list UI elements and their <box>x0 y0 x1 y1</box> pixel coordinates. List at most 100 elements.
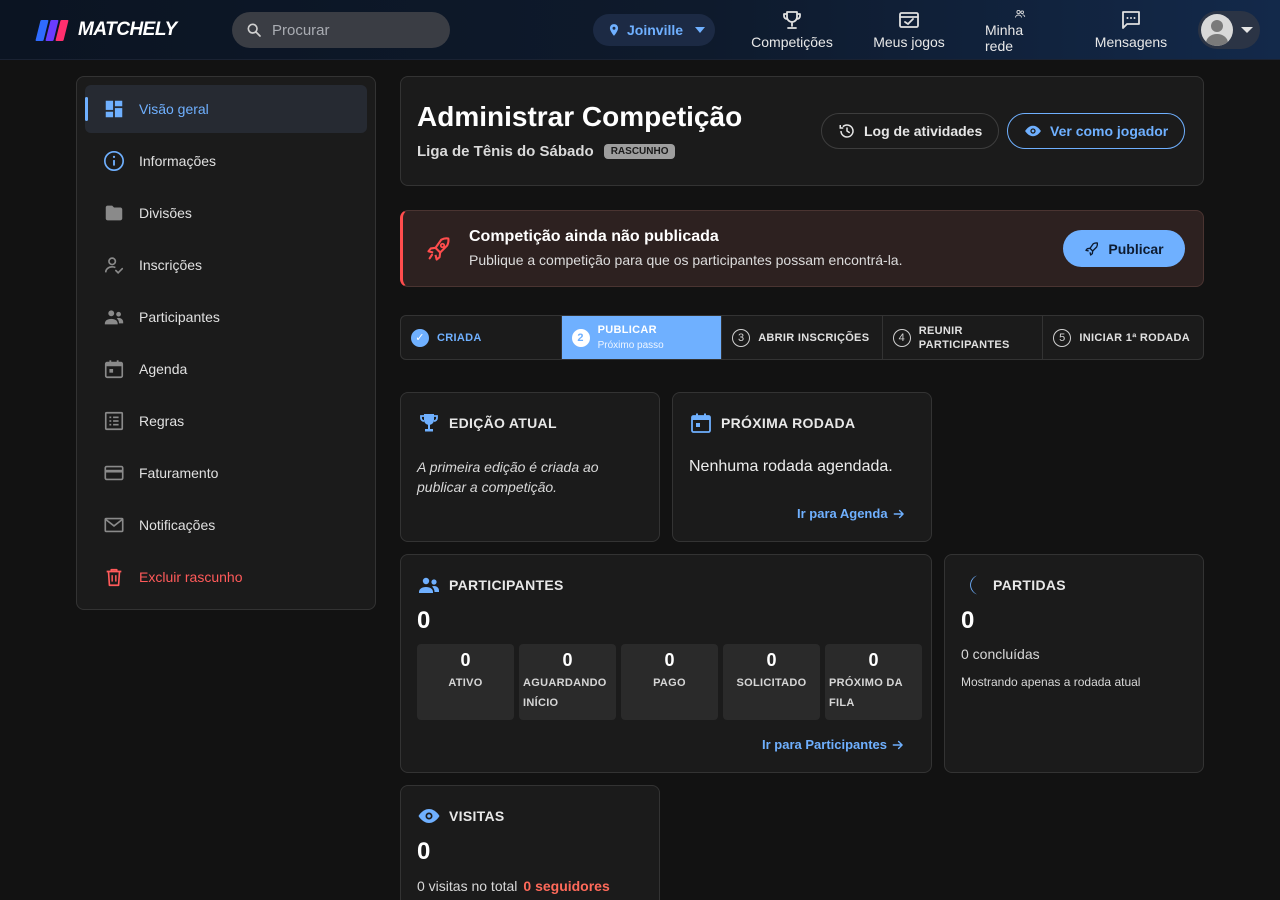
step-start-first-round[interactable]: 5 INICIAR 1ª RODADA <box>1043 316 1203 359</box>
card-header: PARTIDAS <box>961 573 1066 597</box>
followers-count[interactable]: 0 seguidores <box>523 878 609 894</box>
step-publish[interactable]: 2 PUBLICAR Próximo passo <box>561 316 723 359</box>
unpublished-alert: Competição ainda não publicada Publique … <box>400 210 1204 287</box>
alert-title: Competição ainda não publicada <box>469 228 719 245</box>
matches-completed: 0 concluídas <box>961 646 1040 662</box>
step-created[interactable]: ✓ CRIADA <box>401 316 562 359</box>
card-header: PARTICIPANTES <box>417 573 564 597</box>
rocket-icon <box>1085 241 1099 256</box>
stat-label: SOLICITADO <box>736 677 807 689</box>
card-header: EDIÇÃO ATUAL <box>417 411 557 435</box>
sidebar-item-label: Informações <box>139 153 217 169</box>
calendar-icon <box>691 413 711 433</box>
sidebar-item-info[interactable]: Informações <box>85 137 367 185</box>
sidebar-item-schedule[interactable]: Agenda <box>85 345 367 393</box>
stat-label: PAGO <box>653 677 686 689</box>
user-menu[interactable] <box>1198 11 1260 49</box>
stat-active: 0 ATIVO <box>417 644 514 720</box>
current-edition-card: EDIÇÃO ATUAL A primeira edição é criada … <box>400 392 660 542</box>
sidebar-item-rules[interactable]: Regras <box>85 397 367 445</box>
sidebar-item-label: Participantes <box>139 309 220 325</box>
nav-messages[interactable]: Mensagens <box>1094 8 1168 54</box>
matchely-logo[interactable]: MATCHELY <box>35 17 177 43</box>
nav-my-network[interactable]: Minha rede <box>985 8 1055 54</box>
stat-requested: 0 SOLICITADO <box>723 644 820 720</box>
visits-total-text: 0 visitas no total <box>417 878 518 894</box>
chevron-down-icon <box>695 27 706 33</box>
sidebar-item-registrations[interactable]: Inscrições <box>85 241 367 289</box>
scoreboard-icon <box>899 12 919 28</box>
stat-next-in-queue: 0 PRÓXIMO DA FILA <box>825 644 922 720</box>
step-sublabel: Próximo passo <box>597 339 664 351</box>
stat-value: 0 <box>766 650 777 670</box>
stat-label: ATIVO <box>448 677 483 689</box>
info-icon <box>104 151 124 171</box>
user-check-icon <box>104 257 124 274</box>
people-icon <box>104 310 124 325</box>
search-input[interactable] <box>272 21 422 39</box>
progress-stepper: ✓ CRIADA 2 PUBLICAR Próximo passo 3 ABRI… <box>400 315 1204 360</box>
credit-card-icon <box>104 465 124 481</box>
card-header: VISITAS <box>417 804 505 828</box>
arrow-right-icon <box>892 740 903 749</box>
step-number: 2 <box>571 328 590 347</box>
sidebar-item-label: Notificações <box>139 517 216 533</box>
step-label: REUNIR PARTICIPANTES <box>918 324 1010 351</box>
sidebar-item-divisions[interactable]: Divisões <box>85 189 367 237</box>
nav-my-games[interactable]: Meus jogos <box>873 8 945 54</box>
sidebar-item-label: Agenda <box>139 361 188 377</box>
sidebar-item-participants[interactable]: Participantes <box>85 293 367 341</box>
step-label: ABRIR INSCRIÇÕES <box>758 331 870 344</box>
step-gather-participants[interactable]: 4 REUNIR PARTICIPANTES <box>883 316 1044 359</box>
message-icon <box>1122 11 1140 29</box>
search-icon <box>247 23 261 37</box>
nav-competitions-label: Competições <box>751 34 833 50</box>
stat-awaiting-start: 0 AGUARDANDO INÍCIO <box>519 644 616 720</box>
search-box[interactable] <box>232 12 450 48</box>
location-selector[interactable]: Joinville <box>593 14 715 46</box>
matches-note: Mostrando apenas a rodada atual <box>961 675 1141 689</box>
matches-card: PARTIDAS 0 0 concluídas Mostrando apenas… <box>944 554 1204 773</box>
page-header: Administrar Competição Liga de Tênis do … <box>400 76 1204 186</box>
view-as-player-button[interactable]: Ver como jogador <box>1007 113 1186 149</box>
card-title: PARTICIPANTES <box>449 577 564 593</box>
activity-log-button[interactable]: Log de atividades <box>821 113 1000 149</box>
step-label: CRIADA <box>437 331 482 344</box>
card-title: EDIÇÃO ATUAL <box>449 415 557 431</box>
competition-name-row: Liga de Tênis do Sábado RASCUNHO <box>417 143 676 160</box>
next-round-card: PRÓXIMA RODADA Nenhuma rodada agendada. … <box>672 392 932 542</box>
go-to-participants-link[interactable]: Ir para Participantes <box>762 737 905 752</box>
nav-messages-label: Mensagens <box>1094 34 1168 50</box>
sidebar-item-overview[interactable]: Visão geral <box>85 85 367 133</box>
publish-button[interactable]: Publicar <box>1063 230 1185 267</box>
location-label: Joinville <box>627 22 684 38</box>
eye-icon <box>418 809 440 823</box>
sidebar-item-label: Excluir rascunho <box>139 569 243 585</box>
nav-my-games-label: Meus jogos <box>873 34 945 50</box>
folder-icon <box>105 205 123 221</box>
visits-card: VISITAS 0 0 visitas no total 0 seguidores <box>400 785 660 900</box>
step-label: INICIAR 1ª RODADA <box>1079 331 1190 344</box>
go-to-schedule-link[interactable]: Ir para Agenda <box>797 506 906 521</box>
stat-paid: 0 PAGO <box>621 644 718 720</box>
step-label: PUBLICAR <box>597 323 657 336</box>
visits-summary: 0 visitas no total 0 seguidores <box>417 878 610 894</box>
sidebar-item-notifications[interactable]: Notificações <box>85 501 367 549</box>
trash-icon <box>106 568 122 587</box>
sidebar-item-billing[interactable]: Faturamento <box>85 449 367 497</box>
sidebar-item-label: Regras <box>139 413 185 429</box>
participant-stats: 0 ATIVO 0 AGUARDANDO INÍCIO 0 PAGO 0 SOL… <box>417 644 922 720</box>
sidebar-item-label: Inscrições <box>139 257 203 273</box>
chevron-down-icon <box>1241 27 1253 33</box>
list-icon <box>104 411 124 431</box>
nav-competitions[interactable]: Competições <box>751 8 833 54</box>
trophy-icon <box>420 414 438 432</box>
step-open-registrations[interactable]: 3 ABRIR INSCRIÇÕES <box>722 316 883 359</box>
sidebar-item-delete-draft[interactable]: Excluir rascunho <box>85 553 367 601</box>
card-header: PRÓXIMA RODADA <box>689 411 855 435</box>
link-label: Ir para Participantes <box>762 737 887 752</box>
trophy-icon <box>783 11 801 29</box>
participants-total: 0 <box>417 607 431 634</box>
eye-icon <box>1025 125 1041 137</box>
stat-value: 0 <box>868 650 879 670</box>
